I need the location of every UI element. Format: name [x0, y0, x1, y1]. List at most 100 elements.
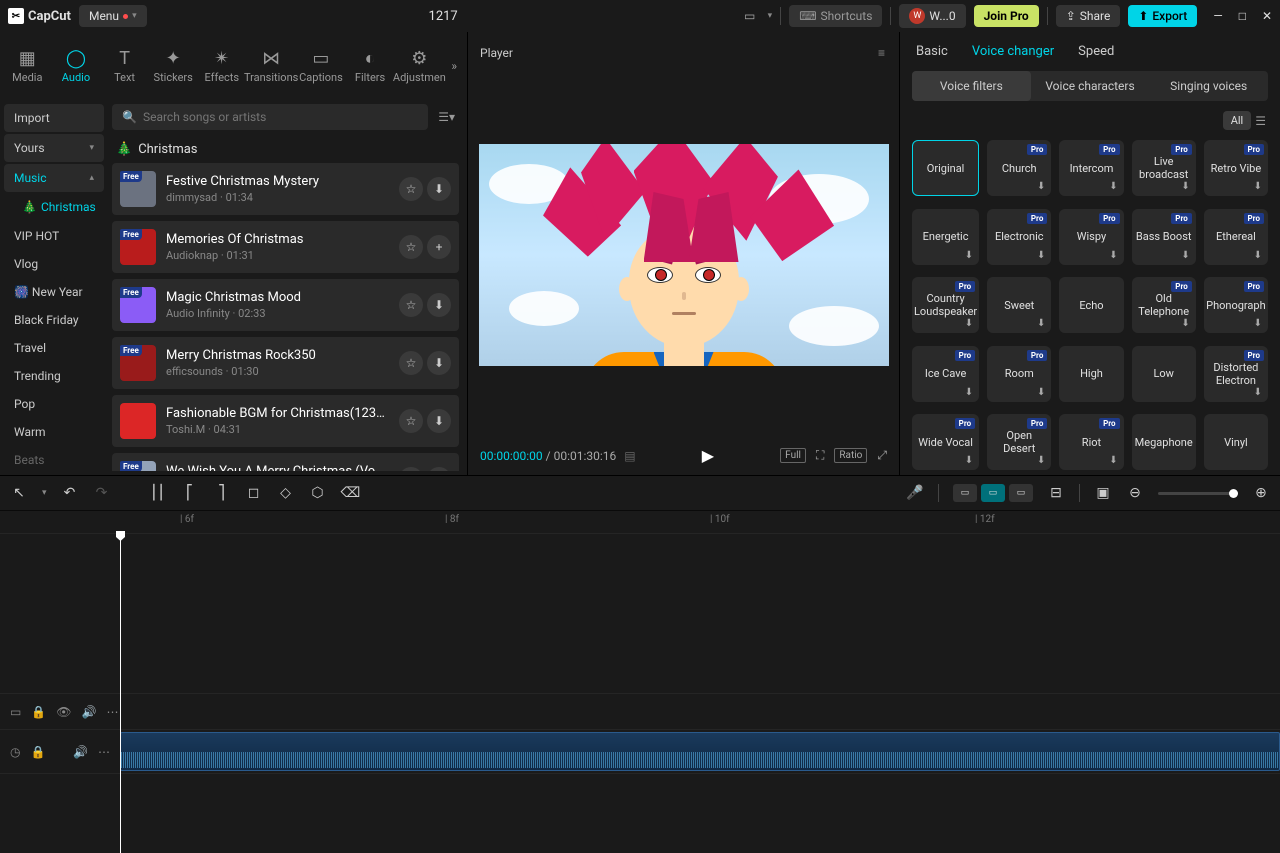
sidebar-trending[interactable]: Trending [4, 362, 104, 390]
download-button[interactable]: ⬇ [427, 467, 451, 471]
sidebar-black-friday[interactable]: Black Friday [4, 306, 104, 334]
voice-ethereal[interactable]: ProEthereal⬇ [1204, 209, 1268, 265]
tabs-overflow[interactable]: » [445, 59, 463, 73]
preview-tool[interactable]: ▣ [1094, 485, 1112, 501]
voice-low[interactable]: Low [1132, 346, 1196, 402]
minimize-button[interactable]: — [1213, 9, 1222, 23]
sidebar-travel[interactable]: Travel [4, 334, 104, 362]
voice-high[interactable]: High [1059, 346, 1123, 402]
voice-wispy[interactable]: ProWispy⬇ [1059, 209, 1123, 265]
selection-chevron[interactable]: ▾ [42, 488, 47, 498]
split-tool[interactable]: ⎮⎮ [149, 485, 167, 501]
sidebar-warm[interactable]: Warm [4, 418, 104, 446]
track-settings-icon[interactable]: ▭ [10, 705, 21, 719]
voice-electronic[interactable]: ProElectronic⬇ [987, 209, 1051, 265]
song-row[interactable]: FreeMagic Christmas MoodAudio Infinity ·… [112, 279, 459, 331]
sub-tab-voice-characters[interactable]: Voice characters [1031, 71, 1150, 101]
join-pro-button[interactable]: Join Pro [974, 5, 1039, 27]
voice-live-broadcast[interactable]: ProLive broadcast⬇ [1132, 140, 1196, 196]
voice-bass-boost[interactable]: ProBass Boost⬇ [1132, 209, 1196, 265]
full-button[interactable]: Full [780, 448, 806, 463]
voice-open-desert[interactable]: ProOpen Desert⬇ [987, 414, 1051, 470]
favorite-button[interactable]: ☆ [399, 351, 423, 375]
trim-left-tool[interactable]: ⎡ [181, 485, 199, 501]
voice-retro-vibe[interactable]: ProRetro Vibe⬇ [1204, 140, 1268, 196]
filter-button[interactable]: ☰▾ [434, 106, 459, 128]
song-row[interactable]: Fashionable BGM for Christmas(1238227)To… [112, 395, 459, 447]
audio-clip[interactable] [120, 732, 1280, 771]
crop-tool[interactable]: ◻ [245, 485, 263, 501]
song-row[interactable]: FreeWe Wish You A Merry Christmas (Vocal… [112, 453, 459, 471]
download-button[interactable]: ⬇ [427, 409, 451, 433]
sub-tab-voice-filters[interactable]: Voice filters [912, 71, 1031, 101]
tab-stickers[interactable]: ✦Stickers [150, 43, 197, 90]
shield-tool[interactable]: ⬡ [309, 485, 327, 501]
favorite-button[interactable]: ☆ [399, 409, 423, 433]
video-preview[interactable] [479, 144, 889, 366]
mic-tool[interactable]: 🎤 [906, 485, 924, 501]
voice-room[interactable]: ProRoom⬇ [987, 346, 1051, 402]
voice-megaphone[interactable]: Megaphone [1132, 414, 1196, 470]
share-button[interactable]: ⇪ Share [1056, 5, 1121, 27]
voice-wide-vocal[interactable]: ProWide Vocal⬇ [912, 414, 979, 470]
right-tab-voice-changer[interactable]: Voice changer [972, 44, 1054, 59]
marker-tool[interactable]: ◇ [277, 485, 295, 501]
redo-button[interactable]: ↷ [93, 485, 111, 501]
timeline-ruler[interactable]: | 6f| 8f| 10f| 12f [0, 511, 1280, 533]
layout-icon[interactable]: ▭ [740, 6, 760, 26]
snap-1[interactable]: ▭ [953, 484, 977, 502]
download-button[interactable]: ⬇ [427, 293, 451, 317]
voice-intercom[interactable]: ProIntercom⬇ [1059, 140, 1123, 196]
export-button[interactable]: ⬆ Export [1128, 5, 1197, 27]
tab-transitions[interactable]: ⋈Transitions [247, 43, 295, 90]
voice-church[interactable]: ProChurch⬇ [987, 140, 1051, 196]
audio-more-icon[interactable]: ⋯ [98, 745, 110, 759]
sidebar-new-year[interactable]: 🎆 New Year [4, 278, 104, 306]
voice-vinyl[interactable]: Vinyl [1204, 414, 1268, 470]
audio-track-icon[interactable]: ◷ [10, 745, 20, 759]
track-lock-icon[interactable]: 🔒 [31, 705, 46, 719]
tab-audio[interactable]: ◯Audio [53, 43, 100, 90]
tab-captions[interactable]: ▭Captions [297, 43, 345, 90]
sidebar-vlog[interactable]: Vlog [4, 250, 104, 278]
search-input[interactable] [143, 110, 418, 124]
menu-button[interactable]: Menu▾ [79, 5, 147, 27]
sub-tab-singing-voices[interactable]: Singing voices [1149, 71, 1268, 101]
favorite-button[interactable]: ☆ [399, 467, 423, 471]
undo-button[interactable]: ↶ [61, 485, 79, 501]
right-tab-speed[interactable]: Speed [1078, 44, 1114, 59]
snap-3[interactable]: ▭ [1009, 484, 1033, 502]
player-menu-icon[interactable]: ≡ [878, 46, 887, 60]
all-filter-button[interactable]: All [1223, 111, 1252, 130]
sidebar-pop[interactable]: Pop [4, 390, 104, 418]
voice-energetic[interactable]: Energetic⬇ [912, 209, 979, 265]
shortcuts-button[interactable]: ⌨ Shortcuts [789, 5, 882, 27]
voice-distorted-electron[interactable]: ProDistorted Electron⬇ [1204, 346, 1268, 402]
snap-2[interactable]: ▭ [981, 484, 1005, 502]
maximize-button[interactable]: □ [1239, 9, 1246, 23]
download-button[interactable]: ⬇ [427, 177, 451, 201]
delete-tool[interactable]: ⌫ [341, 485, 359, 501]
song-row[interactable]: FreeMerry Christmas Rock350efficsounds ·… [112, 337, 459, 389]
layout-chevron[interactable]: ▾ [768, 11, 773, 21]
zoom-slider[interactable] [1158, 492, 1238, 495]
trim-right-tool[interactable]: ⎤ [213, 485, 231, 501]
voice-ice-cave[interactable]: ProIce Cave⬇ [912, 346, 979, 402]
align-tool[interactable]: ⊟ [1047, 485, 1065, 501]
track-mute-icon[interactable]: 🔊 [82, 705, 97, 719]
audio-lock-icon[interactable]: 🔒 [30, 745, 45, 759]
download-button[interactable]: ⬇ [427, 351, 451, 375]
voice-phonograph[interactable]: ProPhonograph⬇ [1204, 277, 1268, 333]
song-row[interactable]: FreeFestive Christmas Mysterydimmysad · … [112, 163, 459, 215]
right-tab-basic[interactable]: Basic [916, 44, 948, 59]
playhead[interactable] [120, 533, 121, 853]
tab-adjustmen[interactable]: ⚙Adjustmen [395, 43, 443, 90]
sidebar-beats[interactable]: Beats [4, 446, 104, 474]
search-input-container[interactable]: 🔍 [112, 104, 428, 130]
favorite-button[interactable]: ☆ [399, 235, 423, 259]
account-button[interactable]: W W...0 [899, 4, 965, 28]
sidebar-vip-hot[interactable]: VIP HOT [4, 222, 104, 250]
sidebar-import[interactable]: Import [4, 104, 104, 132]
voice-riot[interactable]: ProRiot⬇ [1059, 414, 1123, 470]
close-button[interactable]: ✕ [1262, 9, 1272, 23]
